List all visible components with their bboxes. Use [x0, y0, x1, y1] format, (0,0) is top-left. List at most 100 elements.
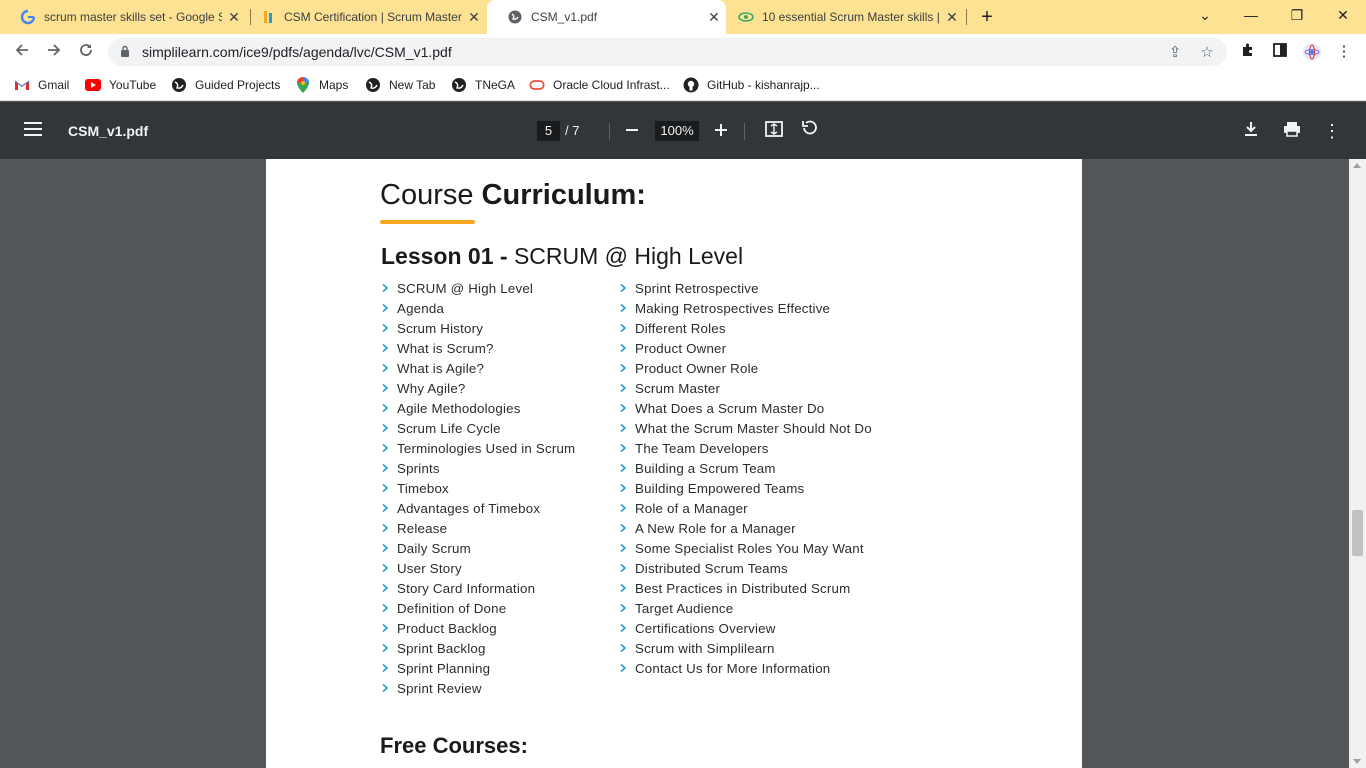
curriculum-item: Sprint Backlog — [378, 638, 575, 658]
curriculum-item-label: Scrum with Simplilearn — [635, 640, 775, 656]
gmail-icon — [14, 77, 30, 93]
curriculum-item-label: What Does a Scrum Master Do — [635, 400, 825, 416]
curriculum-item-label: The Team Developers — [635, 440, 769, 456]
tab-title: 10 essential Scrum Master skills | TechT… — [762, 10, 940, 24]
chevron-right-icon — [382, 683, 389, 693]
curriculum-item: Definition of Done — [378, 598, 575, 618]
bookmark-star-icon[interactable]: ☆ — [1198, 44, 1216, 62]
chevron-right-icon — [620, 643, 627, 653]
bookmark-gmail[interactable]: Gmail — [14, 76, 69, 94]
profile-avatar[interactable] — [1302, 42, 1322, 62]
chevron-right-icon — [382, 623, 389, 633]
youtube-icon — [85, 77, 101, 93]
chrome-menu-icon[interactable]: ⋮ — [1334, 42, 1354, 62]
scrollbar-thumb[interactable] — [1352, 510, 1363, 556]
bookmark-label: Oracle Cloud Infrast... — [553, 78, 670, 92]
new-tab-button[interactable]: + — [976, 4, 998, 30]
bookmark-youtube[interactable]: YouTube — [85, 76, 156, 94]
bookmark-label: New Tab — [389, 78, 436, 92]
chevron-right-icon — [620, 363, 627, 373]
close-icon[interactable]: ✕ — [940, 9, 964, 26]
pdf-toolbar: CSM_v1.pdf 5 / 7 100% ⋮ — [0, 102, 1366, 159]
curriculum-item: Best Practices in Distributed Scrum — [616, 578, 872, 598]
plus-icon — [715, 124, 727, 136]
more-options-icon[interactable]: ⋮ — [1320, 119, 1344, 143]
reload-icon — [80, 44, 92, 56]
close-window-button[interactable]: ✕ — [1320, 0, 1366, 30]
curriculum-item-label: Certifications Overview — [635, 620, 776, 636]
curriculum-item: Story Card Information — [378, 578, 575, 598]
extensions-puzzle-icon[interactable] — [1238, 42, 1258, 62]
curriculum-item: Building Empowered Teams — [616, 478, 872, 498]
bookmark-new-tab[interactable]: New Tab — [365, 76, 435, 94]
chevron-right-icon — [382, 583, 389, 593]
chevron-right-icon — [382, 643, 389, 653]
forward-button[interactable] — [42, 40, 66, 64]
zoom-level-input[interactable]: 100% — [655, 121, 699, 141]
tab-techtarget[interactable]: 10 essential Scrum Master skills | TechT… — [718, 0, 964, 34]
curriculum-item-label: Product Owner — [635, 340, 727, 356]
chevron-right-icon — [382, 603, 389, 613]
fit-to-page-button[interactable] — [762, 119, 786, 143]
curriculum-item: Product Backlog — [378, 618, 575, 638]
side-panel-icon[interactable] — [1270, 42, 1290, 62]
globe-icon — [507, 9, 523, 25]
print-button[interactable] — [1280, 119, 1304, 143]
scroll-down-icon[interactable] — [1353, 759, 1361, 764]
curriculum-item: Terminologies Used in Scrum — [378, 438, 575, 458]
close-icon[interactable]: ✕ — [462, 9, 486, 26]
rotate-icon — [802, 120, 817, 135]
curriculum-item: Product Owner — [616, 338, 872, 358]
chevron-right-icon — [382, 483, 389, 493]
minimize-button[interactable]: — — [1228, 0, 1274, 30]
curriculum-item: Agenda — [378, 298, 575, 318]
heading-text-bold: Curriculum: — [481, 179, 646, 211]
curriculum-item-label: Distributed Scrum Teams — [635, 560, 788, 576]
curriculum-item-label: Sprint Retrospective — [635, 280, 759, 296]
tab-divider — [966, 9, 967, 25]
chevron-right-icon — [620, 523, 627, 533]
bookmark-maps[interactable]: Maps — [295, 76, 348, 94]
pdf-viewer[interactable]: Course Curriculum: Lesson 01 - SCRUM @ H… — [0, 159, 1366, 768]
reload-button[interactable] — [74, 40, 98, 64]
globe-icon — [171, 77, 187, 93]
bookmark-oracle-cloud[interactable]: Oracle Cloud Infrast... — [529, 76, 670, 94]
chevron-right-icon — [382, 563, 389, 573]
restore-button[interactable]: ❐ — [1274, 0, 1320, 30]
bookmark-tnega[interactable]: TNeGA — [451, 76, 515, 94]
address-url[interactable]: simplilearn.com/ice9/pdfs/agenda/lvc/CSM… — [142, 44, 452, 60]
heading-underline — [380, 220, 475, 224]
vertical-scrollbar[interactable] — [1349, 159, 1366, 768]
tab-google-search[interactable]: scrum master skills set - Google Search … — [0, 0, 246, 34]
chevron-right-icon — [620, 503, 627, 513]
back-button[interactable] — [10, 40, 34, 64]
download-button[interactable] — [1239, 119, 1263, 143]
bookmark-label: Maps — [319, 78, 349, 92]
share-icon[interactable]: ⇪ — [1166, 44, 1184, 62]
curriculum-item-label: Sprint Review — [397, 680, 482, 696]
address-bar[interactable]: simplilearn.com/ice9/pdfs/agenda/lvc/CSM… — [108, 38, 1227, 66]
tab-search-button[interactable]: ⌄ — [1182, 0, 1228, 30]
zoom-out-button[interactable] — [620, 119, 644, 143]
bookmark-github[interactable]: GitHub - kishanrajp... — [683, 76, 820, 94]
chevron-right-icon — [620, 663, 627, 673]
curriculum-item: A New Role for a Manager — [616, 518, 872, 538]
scroll-up-icon[interactable] — [1353, 163, 1361, 168]
page-number-input[interactable]: 5 — [537, 121, 560, 141]
google-icon — [20, 9, 36, 25]
hamburger-menu-icon[interactable] — [24, 122, 42, 138]
rotate-button[interactable] — [798, 119, 822, 143]
tab-title: scrum master skills set - Google Search — [44, 10, 222, 24]
globe-icon — [451, 77, 467, 93]
zoom-in-button[interactable] — [709, 119, 733, 143]
curriculum-item: SCRUM @ High Level — [378, 278, 575, 298]
chevron-right-icon — [620, 383, 627, 393]
chevron-right-icon — [620, 483, 627, 493]
bookmark-label: YouTube — [109, 78, 157, 92]
curriculum-item: Making Retrospectives Effective — [616, 298, 872, 318]
bookmark-guided-projects[interactable]: Guided Projects — [171, 76, 280, 94]
page-total: / 7 — [565, 123, 580, 138]
tab-csm-certification[interactable]: CSM Certification | Scrum Master Certifi… — [240, 0, 486, 34]
maps-icon — [295, 77, 311, 93]
tab-csm-pdf[interactable]: CSM_v1.pdf ✕ — [487, 0, 726, 34]
